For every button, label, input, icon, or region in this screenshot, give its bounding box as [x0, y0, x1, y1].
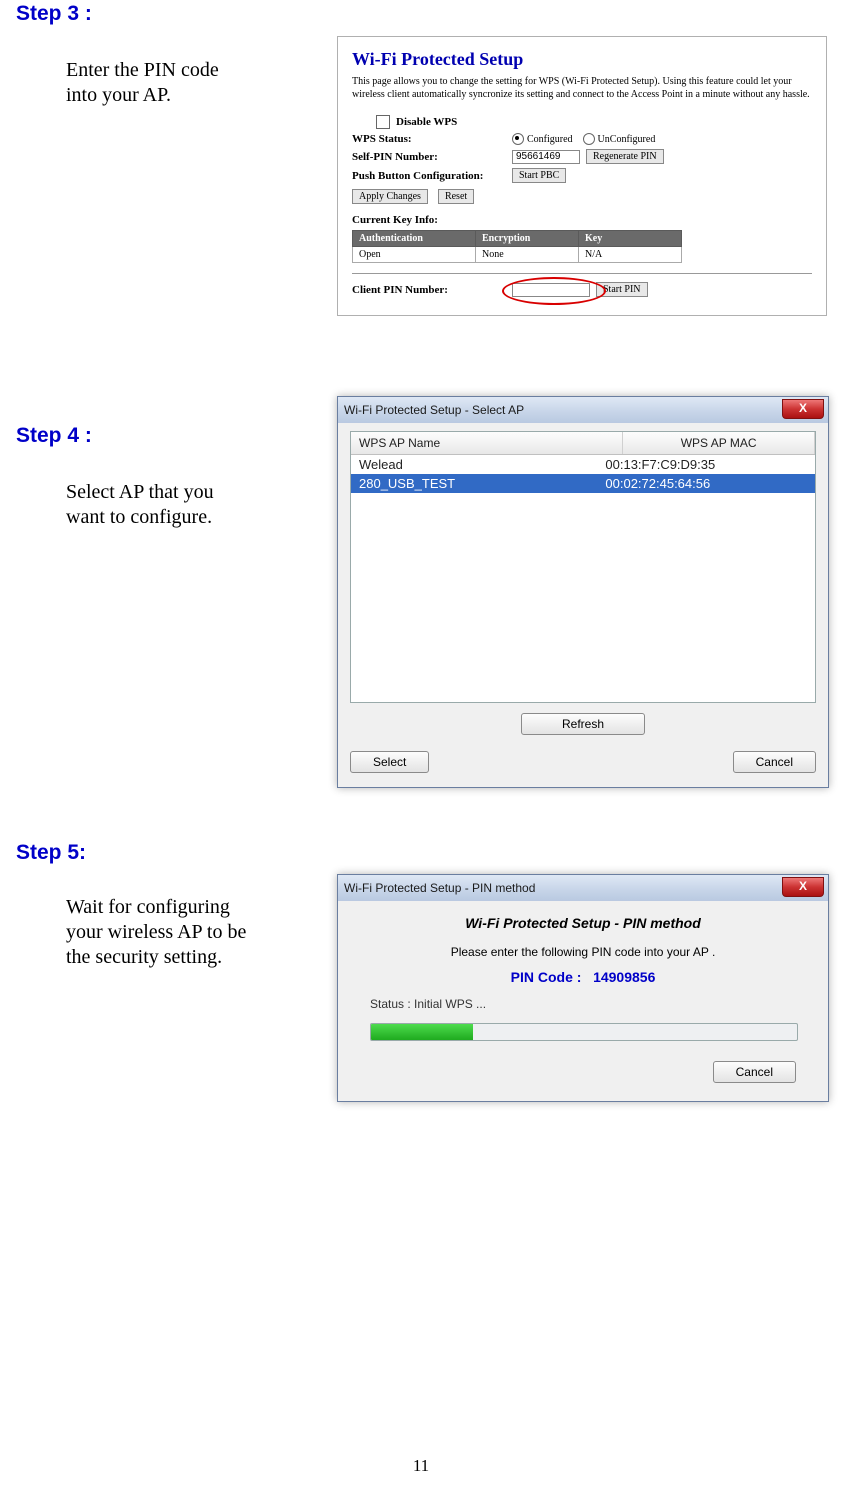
- progress-fill: [371, 1024, 473, 1040]
- step4-body: Select AP that you want to configure.: [66, 480, 306, 530]
- cancel-button[interactable]: Cancel: [713, 1061, 796, 1083]
- current-key-label: Current Key Info:: [352, 214, 512, 226]
- reset-button[interactable]: Reset: [438, 189, 474, 204]
- key-info-table: Authentication Encryption Key Open None …: [352, 230, 682, 263]
- step5-body-line2: your wireless AP to be: [66, 921, 246, 943]
- fig4-screenshot: Wi-Fi Protected Setup - Select AP X WPS …: [337, 396, 829, 788]
- wps-status-configured-radio[interactable]: [512, 133, 524, 145]
- th-enc: Encryption: [476, 231, 579, 247]
- start-pbc-button[interactable]: Start PBC: [512, 168, 566, 183]
- fig4-window-title: Wi-Fi Protected Setup - Select AP: [344, 403, 524, 417]
- td-enc: None: [476, 247, 579, 263]
- wps-status-configured-label: Configured: [527, 134, 573, 145]
- refresh-button[interactable]: Refresh: [521, 713, 645, 735]
- step5-heading: Step 5:: [16, 841, 86, 865]
- th-key: Key: [579, 231, 682, 247]
- list-item[interactable]: Welead00:13:F7:C9:D9:35: [351, 455, 815, 474]
- wps-status-unconfigured-radio[interactable]: [583, 133, 595, 145]
- client-pin-label: Client PIN Number:: [352, 284, 512, 296]
- fig5-header: Wi-Fi Protected Setup - PIN method: [370, 915, 796, 931]
- step4-body-line2: want to configure.: [66, 506, 212, 528]
- self-pin-label: Self-PIN Number:: [352, 151, 512, 163]
- apply-changes-button[interactable]: Apply Changes: [352, 189, 428, 204]
- ap-mac: 00:02:72:45:64:56: [605, 476, 807, 491]
- col-ap-mac: WPS AP MAC: [623, 432, 815, 454]
- step3-heading: Step 3 :: [16, 2, 92, 26]
- ap-name: 280_USB_TEST: [359, 476, 605, 491]
- step3-body-line2: into your AP.: [66, 84, 171, 106]
- fig5-screenshot: Wi-Fi Protected Setup - PIN method X Wi-…: [337, 874, 829, 1102]
- fig3-screenshot: Wi-Fi Protected Setup This page allows y…: [337, 36, 827, 316]
- ap-list[interactable]: WPS AP Name WPS AP MAC Welead00:13:F7:C9…: [350, 431, 816, 703]
- ap-mac: 00:13:F7:C9:D9:35: [605, 457, 807, 472]
- close-icon[interactable]: X: [782, 877, 824, 897]
- wps-status-label: WPS Status:: [352, 133, 512, 145]
- step4-body-line1: Select AP that you: [66, 481, 214, 503]
- fig5-window-title: Wi-Fi Protected Setup - PIN method: [344, 881, 535, 895]
- td-auth: Open: [353, 247, 476, 263]
- fig5-status: Status : Initial WPS ...: [370, 997, 796, 1011]
- pbc-label: Push Button Configuration:: [352, 170, 512, 182]
- ap-name: Welead: [359, 457, 605, 472]
- fig5-pin-line: PIN Code : 14909856: [370, 969, 796, 985]
- fig3-title: Wi-Fi Protected Setup: [352, 49, 812, 70]
- client-pin-input[interactable]: [512, 283, 590, 297]
- step3-body-line1: Enter the PIN code: [66, 59, 219, 81]
- step3-body: Enter the PIN code into your AP.: [66, 58, 306, 108]
- disable-wps-label: Disable WPS: [396, 116, 457, 128]
- self-pin-input[interactable]: [512, 150, 580, 164]
- wps-status-unconfigured-label: UnConfigured: [598, 134, 656, 145]
- list-item[interactable]: 280_USB_TEST00:02:72:45:64:56: [351, 474, 815, 493]
- td-key: N/A: [579, 247, 682, 263]
- fig3-desc: This page allows you to change the setti…: [352, 76, 812, 101]
- pin-code-label: PIN Code :: [511, 969, 582, 985]
- step5-body: Wait for configuring your wireless AP to…: [66, 895, 326, 970]
- fig5-note: Please enter the following PIN code into…: [370, 945, 796, 959]
- th-auth: Authentication: [353, 231, 476, 247]
- step4-heading: Step 4 :: [16, 424, 92, 448]
- pin-code-value: 14909856: [593, 969, 655, 985]
- regenerate-pin-button[interactable]: Regenerate PIN: [586, 149, 664, 164]
- step5-body-line1: Wait for configuring: [66, 896, 230, 918]
- page-number: 11: [0, 1456, 842, 1476]
- cancel-button[interactable]: Cancel: [733, 751, 816, 773]
- progress-bar: [370, 1023, 798, 1041]
- select-button[interactable]: Select: [350, 751, 429, 773]
- col-ap-name: WPS AP Name: [351, 432, 623, 454]
- step5-body-line3: the security setting.: [66, 946, 222, 968]
- close-icon[interactable]: X: [782, 399, 824, 419]
- disable-wps-checkbox[interactable]: [376, 115, 390, 129]
- start-pin-button[interactable]: Start PIN: [596, 282, 648, 297]
- table-row: Open None N/A: [353, 247, 682, 263]
